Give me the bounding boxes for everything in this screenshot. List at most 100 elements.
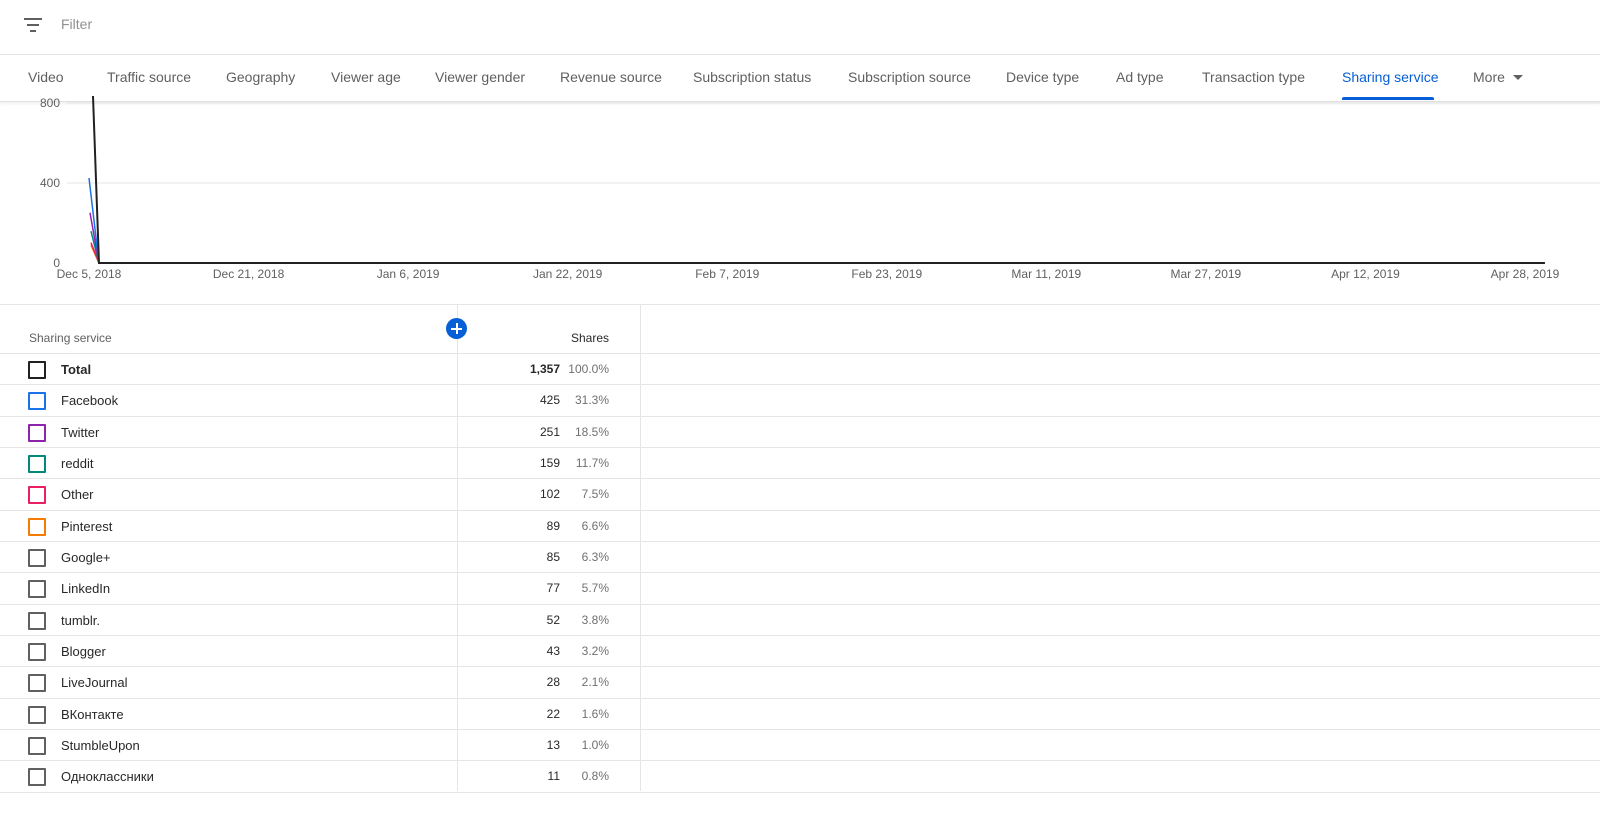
row-shares-percent: 31.3% bbox=[574, 393, 609, 408]
y-tick-label: 800 bbox=[40, 96, 60, 110]
row-shares-percent: 3.8% bbox=[581, 612, 609, 627]
row-shares-value: 52 bbox=[546, 612, 560, 627]
row-shares-value: 13 bbox=[546, 737, 560, 752]
x-tick-label: Apr 28, 2019 bbox=[1491, 267, 1560, 281]
table-row-google-plus: Google+ 85 6.3% bbox=[0, 540, 1600, 573]
tab-viewer-gender[interactable]: Viewer gender bbox=[435, 69, 525, 85]
x-tick-label: Dec 5, 2018 bbox=[57, 267, 122, 281]
row-label: Blogger bbox=[61, 643, 106, 659]
row-shares-percent: 1.6% bbox=[581, 706, 609, 721]
row-shares-value: 1,357 bbox=[529, 362, 560, 376]
table-row-linkedin: LinkedIn 77 5.7% bbox=[0, 572, 1600, 604]
tab-subscription-status[interactable]: Subscription status bbox=[693, 69, 811, 85]
column-header-shares[interactable]: Shares bbox=[571, 331, 609, 345]
series-checkbox[interactable] bbox=[28, 736, 46, 755]
row-label: Одноклассники bbox=[61, 769, 154, 785]
row-label: ВКонтакте bbox=[61, 706, 124, 722]
row-shares-value: 251 bbox=[539, 424, 560, 439]
row-shares-percent: 18.5% bbox=[574, 424, 609, 439]
series-checkbox[interactable] bbox=[28, 517, 46, 536]
tab-sharing-service[interactable]: Sharing service bbox=[1342, 69, 1439, 85]
row-shares-percent: 6.6% bbox=[581, 518, 609, 533]
tab-more[interactable]: More bbox=[1473, 69, 1523, 85]
tab-subscription-source[interactable]: Subscription source bbox=[848, 69, 971, 85]
dimension-tabs: Video Traffic source Geography Viewer ag… bbox=[0, 55, 1600, 102]
series-checkbox[interactable] bbox=[28, 486, 46, 505]
filter-input[interactable]: Filter bbox=[61, 16, 92, 32]
x-tick-label: Feb 23, 2019 bbox=[851, 267, 922, 281]
tab-transaction-type[interactable]: Transaction type bbox=[1202, 69, 1305, 85]
series-checkbox[interactable] bbox=[28, 454, 46, 473]
row-label: Total bbox=[61, 362, 92, 377]
row-shares-value: 28 bbox=[546, 675, 560, 690]
filter-icon[interactable] bbox=[24, 18, 42, 32]
row-label: Pinterest bbox=[61, 518, 113, 534]
x-tick-label: Apr 12, 2019 bbox=[1331, 267, 1400, 281]
row-shares-percent: 100.0% bbox=[568, 362, 609, 376]
row-shares-value: 22 bbox=[546, 706, 560, 721]
series-checkbox[interactable] bbox=[28, 423, 46, 442]
column-header-sharing-service[interactable]: Sharing service bbox=[29, 331, 112, 345]
table-top-divider bbox=[0, 304, 1600, 305]
row-shares-percent: 6.3% bbox=[581, 549, 609, 564]
row-label: reddit bbox=[61, 455, 94, 471]
table-row-twitter: Twitter 251 18.5% bbox=[0, 415, 1600, 448]
series-line-total bbox=[92, 96, 1545, 264]
x-tick-label: Dec 21, 2018 bbox=[213, 267, 285, 281]
tab-more-label: More bbox=[1473, 69, 1505, 85]
series-checkbox[interactable] bbox=[28, 768, 46, 787]
tab-ad-type[interactable]: Ad type bbox=[1116, 69, 1163, 85]
table-row-blogger: Blogger 43 3.2% bbox=[0, 634, 1600, 667]
tab-viewer-age[interactable]: Viewer age bbox=[331, 69, 401, 85]
row-shares-value: 43 bbox=[546, 643, 560, 658]
x-tick-label: Jan 22, 2019 bbox=[533, 267, 603, 281]
row-label: Facebook bbox=[61, 393, 119, 409]
row-shares-percent: 7.5% bbox=[581, 487, 609, 502]
tab-traffic-source[interactable]: Traffic source bbox=[107, 69, 191, 85]
row-shares-value: 102 bbox=[539, 487, 560, 502]
row-shares-percent: 5.7% bbox=[581, 581, 609, 596]
series-checkbox[interactable] bbox=[28, 548, 46, 567]
table-row-facebook: Facebook 425 31.3% bbox=[0, 384, 1600, 416]
x-tick-label: Mar 27, 2019 bbox=[1171, 267, 1242, 281]
series-checkbox[interactable] bbox=[28, 580, 46, 599]
x-tick-label: Feb 7, 2019 bbox=[695, 267, 759, 281]
table-row-livejournal: LiveJournal 28 2.1% bbox=[0, 666, 1600, 698]
row-shares-value: 85 bbox=[546, 549, 560, 564]
row-label: Twitter bbox=[61, 424, 100, 440]
series-checkbox[interactable] bbox=[28, 705, 46, 724]
tab-device-type[interactable]: Device type bbox=[1006, 69, 1079, 85]
table-row-odnoklassniki: Одноклассники 11 0.8% bbox=[0, 760, 1600, 794]
row-shares-value: 77 bbox=[546, 581, 560, 596]
shares-line-chart: 0400800Dec 5, 2018 Dec 21, 2018 Jan 6, 201… bbox=[40, 96, 1600, 281]
row-shares-value: 89 bbox=[546, 518, 560, 533]
series-checkbox[interactable] bbox=[28, 642, 46, 661]
add-metric-button[interactable] bbox=[446, 318, 467, 339]
series-checkbox[interactable] bbox=[28, 361, 46, 379]
series-checkbox[interactable] bbox=[28, 611, 46, 630]
table-row-vkontakte: ВКонтакте 22 1.6% bbox=[0, 697, 1600, 730]
row-label: LinkedIn bbox=[61, 581, 111, 597]
row-shares-value: 425 bbox=[539, 393, 560, 408]
row-shares-percent: 3.2% bbox=[581, 643, 609, 658]
row-shares-percent: 0.8% bbox=[581, 769, 609, 784]
row-shares-percent: 11.7% bbox=[575, 455, 609, 470]
row-shares-value: 159 bbox=[539, 455, 560, 470]
row-label: tumblr. bbox=[61, 612, 101, 628]
tab-revenue-source[interactable]: Revenue source bbox=[560, 69, 662, 85]
filter-bar: Filter bbox=[0, 0, 1600, 55]
series-checkbox[interactable] bbox=[28, 392, 46, 411]
row-label: LiveJournal bbox=[61, 675, 128, 691]
y-tick-label: 400 bbox=[40, 176, 60, 190]
table-row-stumbleupon: StumbleUpon 13 1.0% bbox=[0, 728, 1600, 761]
row-label: Other bbox=[61, 487, 94, 503]
tab-geography[interactable]: Geography bbox=[226, 69, 295, 85]
row-shares-percent: 1.0% bbox=[581, 737, 609, 752]
x-tick-label: Mar 11, 2019 bbox=[1011, 267, 1081, 281]
tab-video[interactable]: Video bbox=[28, 69, 64, 85]
table-row-total: Total 1,357 100.0% bbox=[0, 353, 1600, 385]
series-checkbox[interactable] bbox=[28, 674, 46, 693]
row-label: StumbleUpon bbox=[61, 737, 140, 753]
table-row-pinterest: Pinterest 89 6.6% bbox=[0, 509, 1600, 542]
caret-down-icon bbox=[1512, 74, 1523, 80]
